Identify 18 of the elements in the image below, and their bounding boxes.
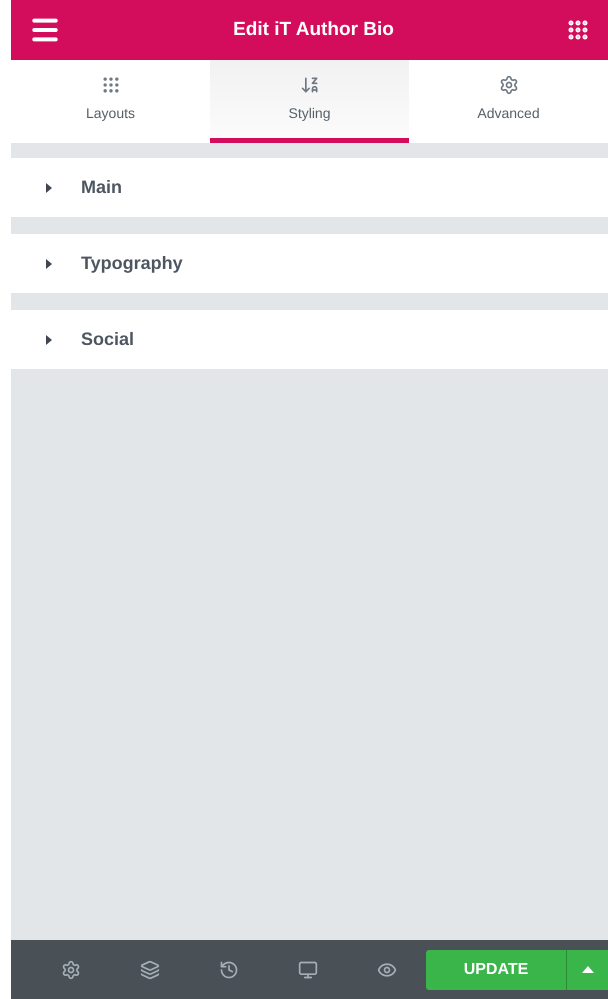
settings-icon[interactable] bbox=[60, 960, 80, 980]
grid-icon bbox=[100, 74, 120, 94]
panel-tab[interactable]: Styling bbox=[210, 60, 409, 143]
section-header[interactable]: Social bbox=[11, 310, 608, 369]
monitor-icon[interactable] bbox=[298, 960, 318, 980]
caret-icon bbox=[45, 334, 53, 344]
caret-icon bbox=[45, 258, 53, 268]
caret-icon bbox=[45, 182, 53, 192]
grid-icon[interactable] bbox=[566, 18, 590, 42]
caret-up-icon bbox=[582, 966, 594, 973]
section-header[interactable]: Typography bbox=[11, 234, 608, 293]
history-icon[interactable] bbox=[218, 960, 238, 980]
layers-icon[interactable] bbox=[140, 960, 160, 980]
update-options-button[interactable] bbox=[566, 950, 608, 990]
panel-title: Edit iT Author Bio bbox=[233, 18, 394, 42]
section-header[interactable]: Main bbox=[11, 158, 608, 217]
sort-icon bbox=[300, 74, 320, 94]
gear-icon bbox=[498, 74, 518, 94]
